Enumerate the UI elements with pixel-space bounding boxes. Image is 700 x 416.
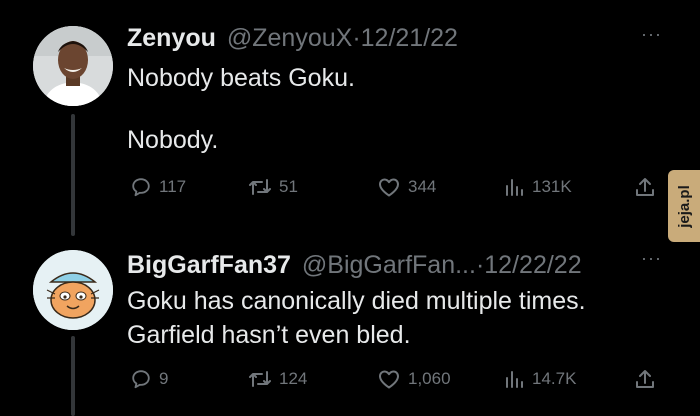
separator: ·	[352, 24, 361, 52]
thread-line	[71, 336, 75, 416]
avatar-cartoon-cat	[33, 250, 113, 330]
tweet-header: BigGarfFan37 @BigGarfFan...·12/22/22	[127, 250, 582, 280]
tweet-actions: 117 51 344 131K	[130, 176, 670, 204]
user-handle[interactable]: @BigGarfFan...	[302, 251, 476, 279]
reply-button[interactable]: 9	[130, 368, 168, 390]
retweet-icon	[249, 371, 271, 387]
views-icon	[506, 179, 523, 196]
watermark-text: jeja.pl	[675, 184, 693, 228]
share-icon	[636, 178, 654, 196]
share-icon	[636, 370, 654, 388]
display-name[interactable]: Zenyou	[127, 24, 216, 52]
user-handle[interactable]: @ZenyouX	[227, 24, 352, 52]
views-count: 131K	[532, 177, 572, 196]
like-count: 344	[408, 177, 437, 196]
tweet-text-line: Nobody.	[127, 126, 219, 154]
retweet-count: 51	[279, 177, 298, 196]
retweet-button[interactable]: 51	[248, 176, 298, 198]
tweet-text: Goku has canonically died multiple times…	[127, 284, 586, 352]
reply-button[interactable]: 117	[130, 176, 186, 198]
watermark-logo: jeja.pl	[668, 170, 700, 242]
reply-count: 9	[159, 369, 169, 388]
share-button[interactable]	[634, 368, 656, 390]
like-count: 1,060	[408, 369, 451, 388]
avatar-portrait	[33, 26, 113, 106]
share-button[interactable]	[634, 176, 656, 198]
tweet-text: Nobody beats Goku. Nobody.	[127, 61, 355, 157]
tweet-actions: 9 124 1,060 14.7K	[130, 368, 670, 396]
tweet-date[interactable]: 12/21/22	[361, 24, 458, 52]
thread-line	[71, 114, 75, 236]
avatar-zenyou[interactable]	[33, 26, 113, 106]
views-icon	[506, 371, 523, 388]
views-count: 14.7K	[532, 369, 577, 388]
reply-count: 117	[159, 177, 187, 196]
like-button[interactable]: 344	[377, 176, 436, 198]
tweet-text-line: Nobody beats Goku.	[127, 64, 355, 92]
tweet-header: Zenyou @ZenyouX·12/21/22	[127, 23, 458, 53]
tweet-text-line: Garfield hasn’t even bled.	[127, 321, 411, 349]
tweet-text-line: Goku has canonically died multiple times…	[127, 287, 586, 315]
avatar-biggarffan37[interactable]	[33, 250, 113, 330]
more-icon[interactable]: ···	[641, 24, 662, 45]
views-button[interactable]: 131K	[503, 176, 572, 198]
views-button[interactable]: 14.7K	[503, 368, 576, 390]
retweet-button[interactable]: 124	[248, 368, 307, 390]
more-icon[interactable]: ···	[641, 248, 662, 269]
reply-icon	[132, 178, 150, 197]
tweet-date[interactable]: 12/22/22	[484, 251, 581, 279]
display-name[interactable]: BigGarfFan37	[127, 251, 291, 279]
retweet-count: 124	[279, 369, 308, 388]
like-button[interactable]: 1,060	[377, 368, 451, 390]
like-icon	[379, 370, 399, 389]
reply-icon	[132, 370, 150, 389]
like-icon	[379, 178, 399, 197]
retweet-icon	[249, 179, 271, 195]
